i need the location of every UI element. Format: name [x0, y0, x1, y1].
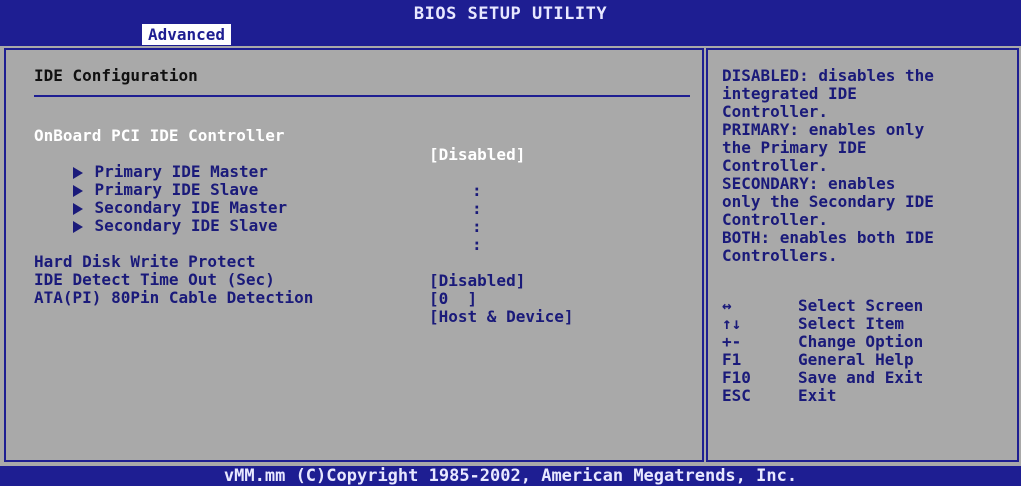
help-line: only the Secondary IDE	[722, 192, 934, 211]
tab-advanced[interactable]: Advanced	[142, 24, 232, 45]
hard-disk-write-protect-setting[interactable]: Hard Disk Write Protect [Disabled]	[34, 233, 525, 290]
onboard-ide-controller-setting[interactable]: OnBoard PCI IDE Controller [Disabled]	[34, 107, 525, 164]
setting-value[interactable]: [Host & Device]	[429, 307, 574, 326]
key-action: Select Item	[798, 314, 904, 333]
f10-key: F10	[722, 368, 751, 387]
key-legend-exit: ESC Exit	[722, 386, 837, 405]
left-right-arrow-icon: ↔	[722, 296, 732, 315]
key-legend-change-option: +- Change Option	[722, 332, 923, 351]
esc-key: ESC	[722, 386, 751, 405]
key-action: Select Screen	[798, 296, 924, 315]
key-legend-select-item: ↑↓ Select Item	[722, 314, 904, 333]
setting-value[interactable]: [0 ]	[429, 289, 477, 308]
ata-cable-detection-setting[interactable]: ATA(PI) 80Pin Cable Detection [Host & De…	[34, 269, 574, 326]
help-line: integrated IDE	[722, 84, 857, 103]
key-action: General Help	[798, 350, 914, 369]
up-down-arrow-icon: ↑↓	[722, 314, 742, 333]
submenu-value: :	[472, 217, 482, 236]
title-divider	[34, 95, 690, 97]
help-line: PRIMARY: enables only	[722, 120, 925, 139]
help-line: Controllers.	[722, 246, 838, 265]
help-line: Controller.	[722, 156, 828, 175]
key-legend-save-exit: F10 Save and Exit	[722, 368, 923, 387]
app-title: BIOS SETUP UTILITY	[413, 4, 608, 24]
key-action: Save and Exit	[798, 368, 924, 387]
key-action: Exit	[798, 386, 837, 405]
bios-screen: BIOS SETUP UTILITY Advanced IDE Configur…	[0, 0, 1021, 486]
help-line: Controller.	[722, 102, 828, 121]
help-line: the Primary IDE	[722, 138, 867, 157]
help-line: Controller.	[722, 210, 828, 229]
title-bar: BIOS SETUP UTILITY Advanced	[0, 0, 1021, 46]
submenu-value: :	[472, 181, 482, 200]
help-line: BOTH: enables both IDE	[722, 228, 934, 247]
key-legend-general-help: F1 General Help	[722, 350, 914, 369]
setting-value[interactable]: [Disabled]	[429, 271, 525, 290]
help-line: SECONDARY: enables	[722, 174, 896, 193]
submenu-arrow-icon	[72, 220, 83, 233]
submenu-value: :	[472, 199, 482, 218]
submenu-value: :	[472, 235, 482, 254]
help-line: DISABLED: disables the	[722, 66, 934, 85]
setting-value[interactable]: [Disabled]	[429, 145, 525, 164]
key-legend-select-screen: ↔ Select Screen	[722, 296, 923, 315]
f1-key: F1	[722, 350, 742, 369]
copyright-bar: vMM.mm (C)Copyright 1985-2002, American …	[0, 466, 1021, 486]
plus-minus-key: +-	[722, 332, 742, 351]
page-title: IDE Configuration	[34, 66, 198, 85]
key-action: Change Option	[798, 332, 924, 351]
ide-detect-timeout-setting[interactable]: IDE Detect Time Out (Sec) [0 ]	[34, 251, 477, 308]
setting-label: ATA(PI) 80Pin Cable Detection	[34, 288, 314, 307]
submenu-label: Secondary IDE Slave	[94, 216, 278, 235]
